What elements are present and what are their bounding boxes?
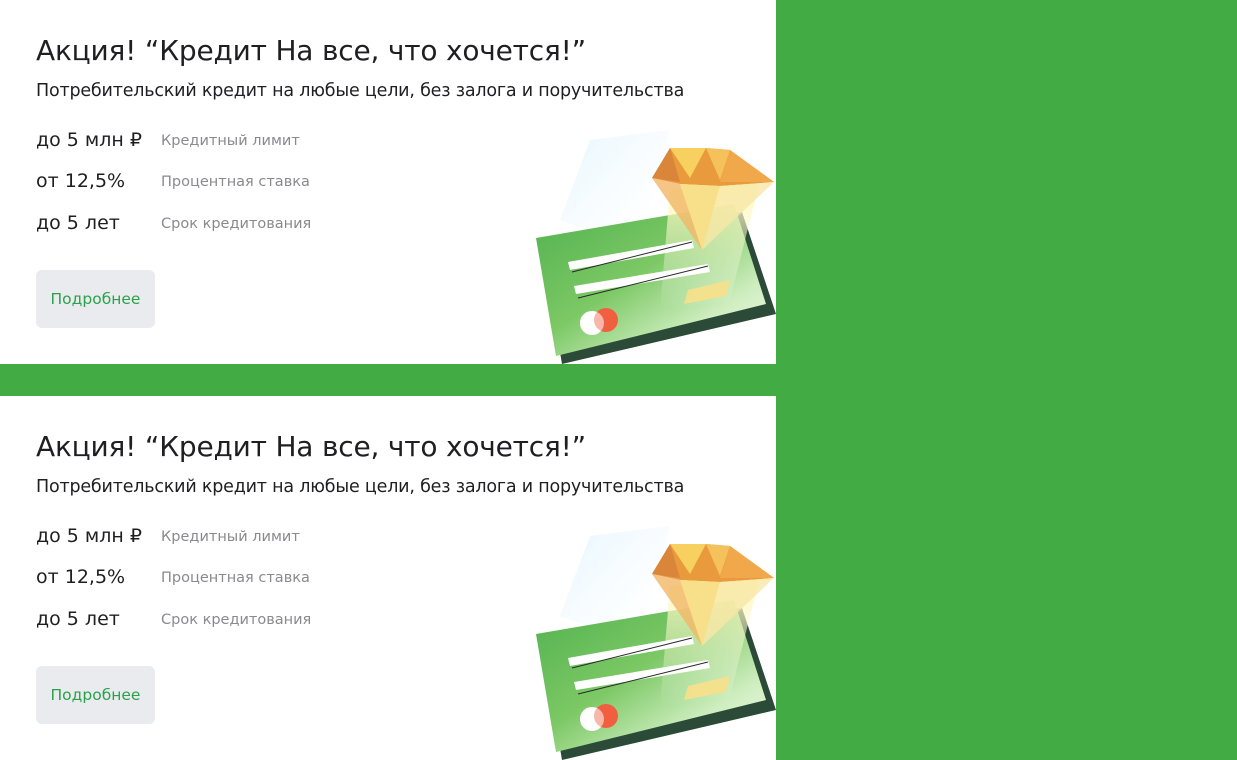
param-row-credit-limit: до 5 млн ₽ Кредитный лимит	[36, 525, 496, 549]
param-label: Процентная ставка	[161, 570, 310, 586]
param-row-interest-rate: от 12,5% Процентная ставка	[36, 566, 496, 590]
param-label: Кредитный лимит	[161, 529, 300, 545]
card-title: Акция! “Кредит На все, что хочется!”	[36, 34, 586, 67]
param-value: до 5 лет	[36, 212, 120, 234]
param-row-credit-term: до 5 лет Срок кредитования	[36, 608, 496, 632]
credit-card-with-diamond-icon	[536, 130, 776, 364]
param-label: Срок кредитования	[161, 216, 312, 232]
param-label: Процентная ставка	[161, 174, 310, 190]
param-label: Кредитный лимит	[161, 133, 300, 149]
param-value: от 12,5%	[36, 566, 126, 588]
param-label: Срок кредитования	[161, 612, 312, 628]
promo-card-1: Акция! “Кредит На все, что хочется!” Пот…	[0, 0, 776, 364]
param-value: до 5 лет	[36, 608, 120, 630]
param-value: от 12,5%	[36, 170, 126, 192]
card-title: Акция! “Кредит На все, что хочется!”	[36, 430, 586, 463]
details-button[interactable]: Подробнее	[36, 666, 155, 724]
promo-card-2: Акция! “Кредит На все, что хочется!” Пот…	[0, 396, 776, 760]
param-row-credit-term: до 5 лет Срок кредитования	[36, 212, 496, 236]
details-button[interactable]: Подробнее	[36, 270, 155, 328]
card-subtitle: Потребительский кредит на любые цели, бе…	[36, 81, 685, 101]
param-row-interest-rate: от 12,5% Процентная ставка	[36, 170, 496, 194]
credit-card-with-diamond-icon	[536, 526, 776, 760]
param-value: до 5 млн ₽	[36, 525, 142, 547]
param-row-credit-limit: до 5 млн ₽ Кредитный лимит	[36, 129, 496, 153]
card-subtitle: Потребительский кредит на любые цели, бе…	[36, 477, 685, 497]
param-value: до 5 млн ₽	[36, 129, 142, 151]
